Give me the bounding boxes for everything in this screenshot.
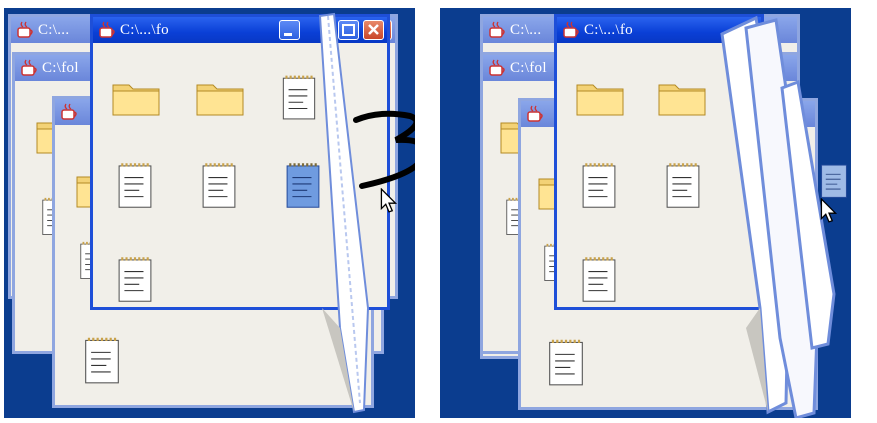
folder-icon[interactable] xyxy=(111,77,161,117)
window-title: C:\fol xyxy=(42,59,79,76)
right-desktop-panel: C:\... C:\fol C:\...\fo xyxy=(440,8,851,418)
notepad-file-icon[interactable] xyxy=(665,159,701,211)
window-title: C:\... xyxy=(38,21,70,38)
window-title: C:\...\fo xyxy=(584,21,633,38)
window-title: C:\fol xyxy=(510,59,547,76)
left-desktop-panel: C:\... C:\fol C:\...\fo xyxy=(4,8,415,418)
scribble-annotation xyxy=(353,110,415,189)
java-cup-icon xyxy=(21,59,37,76)
mouse-cursor-icon xyxy=(380,188,398,213)
notepad-file-icon[interactable] xyxy=(581,253,617,305)
java-cup-icon xyxy=(489,59,505,76)
minimize-icon xyxy=(284,33,292,36)
notepad-file-icon[interactable] xyxy=(201,159,237,211)
java-cup-icon xyxy=(527,105,543,122)
notepad-file-icon[interactable] xyxy=(581,159,617,211)
notepad-file-icon xyxy=(549,339,583,386)
java-cup-icon xyxy=(489,21,505,38)
java-cup-icon xyxy=(17,21,33,38)
folder-icon[interactable] xyxy=(657,77,707,117)
java-cup-icon xyxy=(99,21,115,38)
folder-icon[interactable] xyxy=(195,77,245,117)
peeled-window-edge xyxy=(318,12,370,414)
notepad-file-icon-selected xyxy=(821,164,847,198)
mouse-cursor-icon xyxy=(820,198,838,223)
folder-icon[interactable] xyxy=(575,77,625,117)
window-title: C:\...\fo xyxy=(120,21,169,38)
window-title: C:\... xyxy=(510,21,542,38)
java-cup-icon xyxy=(61,103,77,120)
minimize-button[interactable] xyxy=(279,20,300,40)
java-cup-icon xyxy=(563,21,579,38)
notepad-file-icon xyxy=(85,337,119,384)
notepad-file-icon[interactable] xyxy=(117,159,153,211)
notepad-file-icon[interactable] xyxy=(117,253,153,305)
